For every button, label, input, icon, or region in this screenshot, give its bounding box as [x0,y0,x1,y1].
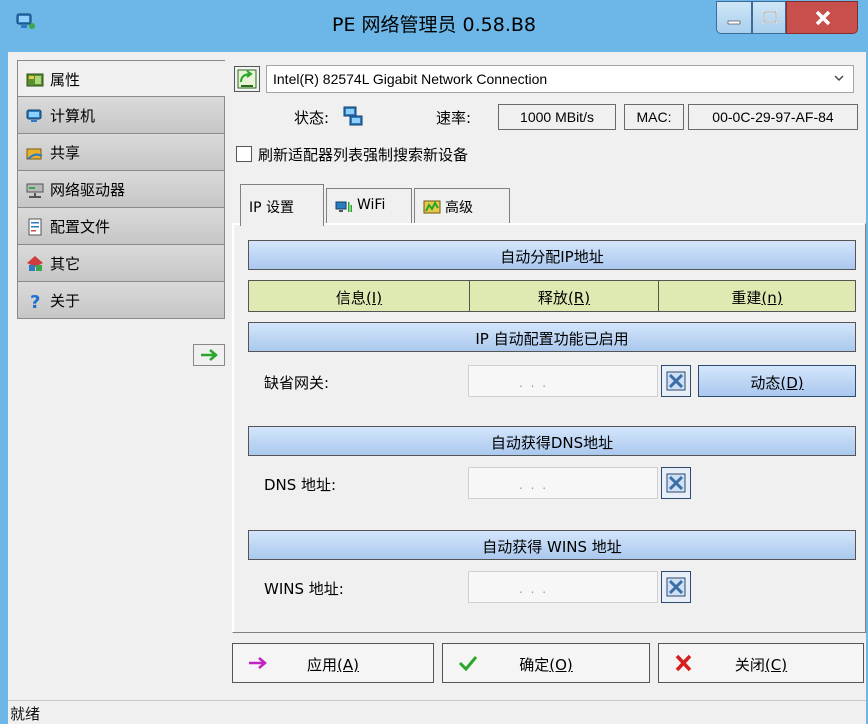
title-bar[interactable]: PE 网络管理员 0.58.B8 [0,0,868,44]
app-window: PE 网络管理员 0.58.B8 属性 计算机 共享 网络驱动器 配置文件 其它… [0,0,868,724]
status-bar: 就绪 [8,700,866,724]
other-icon [27,256,43,271]
maximize-button[interactable] [752,1,786,34]
tab-label: 高级 [445,200,473,216]
autoconfig-band: IP 自动配置功能已启用 [248,322,856,352]
sidebar-item-label: 计算机 [50,107,96,125]
wins-input[interactable]: . . . [468,571,658,603]
clear-x-icon [666,371,686,391]
close-label: 关闭 [734,656,765,674]
release-label: 释放 [537,289,568,307]
wifi-icon [335,201,352,212]
info-label: 信息 [335,289,366,307]
sidebar-item-label: 属性 [50,71,81,89]
dynamic-button[interactable]: 动态(D) [698,365,856,397]
close-button[interactable]: 关闭(C) [658,643,864,683]
sidebar-item-config-file[interactable]: 配置文件 [17,208,225,245]
status-label: 状态: [294,109,330,127]
minimize-button[interactable] [716,1,752,34]
sidebar-item-label: 共享 [50,144,81,162]
auto-wins-band[interactable]: 自动获得 WINS 地址 [248,530,856,560]
refresh-adapters-label: 刷新适配器列表强制搜索新设备 [258,146,469,164]
sidebar-item-properties[interactable]: 属性 [17,60,225,97]
adapter-refresh-button[interactable] [234,66,260,92]
maximize-icon [763,11,777,23]
dynamic-key: (D) [780,374,804,392]
renew-button[interactable]: 重建(n) [658,280,856,312]
renew-key: (n) [761,289,783,307]
renew-label: 重建 [731,289,762,307]
release-key: (R) [567,289,591,307]
sidebar-item-label: 关于 [50,292,81,310]
tab-label: WiFi [357,197,386,213]
mac-value: 00-0C-29-97-AF-84 [688,104,858,130]
minimize-icon [727,20,741,25]
close-icon [815,10,831,26]
tab-wifi[interactable]: WiFi [326,188,412,224]
clear-x-icon [666,473,686,493]
ok-key: (O) [549,656,573,674]
mac-label: MAC: [624,104,684,130]
wins-label: WINS 地址: [264,580,344,598]
network-status-icon [343,106,363,126]
computer-icon [26,109,42,122]
info-key: (I) [365,289,383,307]
dns-input[interactable]: . . . [468,467,658,499]
network-drive-icon [26,183,44,198]
release-button[interactable]: 释放(R) [469,280,659,312]
sidebar-item-about[interactable]: ? 关于 [17,282,225,319]
clear-gateway-button[interactable] [661,365,691,397]
sidebar-item-share[interactable]: 共享 [17,134,225,171]
auto-dns-band[interactable]: 自动获得DNS地址 [248,426,856,456]
sidebar-item-network-drive[interactable]: 网络驱动器 [17,171,225,208]
apply-key: (A) [337,656,359,674]
auto-ip-band[interactable]: 自动分配IP地址 [248,240,856,270]
close-window-button[interactable] [786,1,858,34]
speed-value: 1000 MBit/s [498,104,616,130]
clear-wins-button[interactable] [661,571,691,603]
clear-dns-button[interactable] [661,467,691,499]
gateway-label: 缺省网关: [264,374,330,392]
apply-button[interactable]: 应用(A) [232,643,434,683]
config-file-icon [28,218,42,236]
sidebar-item-computer[interactable]: 计算机 [17,97,225,134]
close-key: (C) [764,656,788,674]
sidebar-item-other[interactable]: 其它 [17,245,225,282]
apply-label: 应用 [307,656,338,674]
share-icon [26,148,43,160]
properties-icon [26,73,44,87]
dynamic-label: 动态 [750,374,781,392]
sidebar-item-label: 配置文件 [50,218,111,236]
chevron-down-icon [834,75,844,81]
refresh-adapters-checkbox[interactable] [236,146,252,162]
info-button[interactable]: 信息(I) [248,280,470,312]
advanced-icon [423,200,441,214]
refresh-adapter-icon [237,69,257,89]
client-area: 属性 计算机 共享 网络驱动器 配置文件 其它 ? 关于 Intel(R) 82… [8,52,866,700]
arrow-right-icon [201,349,218,361]
dns-label: DNS 地址: [264,476,337,494]
tab-ip-settings[interactable]: IP 设置 [240,184,324,226]
tab-label: IP 设置 [249,200,295,216]
clear-x-icon [666,577,686,597]
sidebar-item-label: 其它 [50,255,81,273]
ok-label: 确定 [519,656,550,674]
sidebar-item-label: 网络驱动器 [50,181,126,199]
gateway-input[interactable]: . . . [468,365,658,397]
adapter-select[interactable]: Intel(R) 82574L Gigabit Network Connecti… [266,65,854,93]
speed-label: 速率: [436,109,472,127]
adapter-name: Intel(R) 82574L Gigabit Network Connecti… [273,71,548,87]
tab-advanced[interactable]: 高级 [414,188,510,224]
svg-text:?: ? [30,292,40,310]
ok-button[interactable]: 确定(O) [442,643,650,683]
sidebar-nav: 属性 计算机 共享 网络驱动器 配置文件 其它 ? 关于 [17,60,225,366]
status-text: 就绪 [10,705,41,723]
collapse-sidebar-button[interactable] [193,344,225,366]
help-icon: ? [30,292,40,310]
